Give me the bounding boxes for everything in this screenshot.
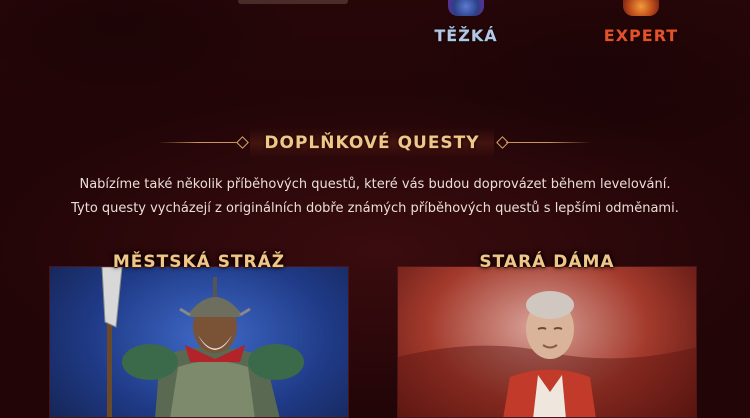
expert-difficulty-icon [623, 0, 659, 16]
section-heading: DOPLŇKOVÉ QUESTY [0, 128, 750, 158]
difficulty-hard-label: TĚŽKÁ [434, 26, 498, 45]
heading-ornament-left [236, 136, 249, 149]
intro-text-line-1: Nabízíme také několik příběhových questů… [79, 177, 671, 192]
intro-text-line-2: Tyto questy vycházejí z originálních dob… [71, 201, 679, 216]
difficulty-expert[interactable]: EXPERT [581, 0, 701, 50]
difficulty-expert-label: EXPERT [603, 26, 679, 45]
difficulty-hard[interactable]: TĚŽKÁ [406, 0, 526, 50]
hard-difficulty-icon [448, 0, 484, 16]
quest-card-old-lady[interactable]: STARÁ DÁMA [397, 252, 697, 418]
city-guard-portrait [49, 266, 349, 418]
heading-divider-right [506, 142, 592, 143]
quest-card-title: MĚSTSKÁ STRÁŽ [112, 252, 286, 272]
quest-card-city-guard[interactable]: MĚSTSKÁ STRÁŽ [49, 252, 349, 418]
old-lady-portrait [397, 266, 697, 418]
quest-card-title: STARÁ DÁMA [479, 252, 615, 272]
previous-difficulty-label-fragment [238, 0, 348, 4]
heading-divider-left [158, 142, 238, 143]
section-title: DOPLŇKOVÉ QUESTY [250, 128, 494, 158]
